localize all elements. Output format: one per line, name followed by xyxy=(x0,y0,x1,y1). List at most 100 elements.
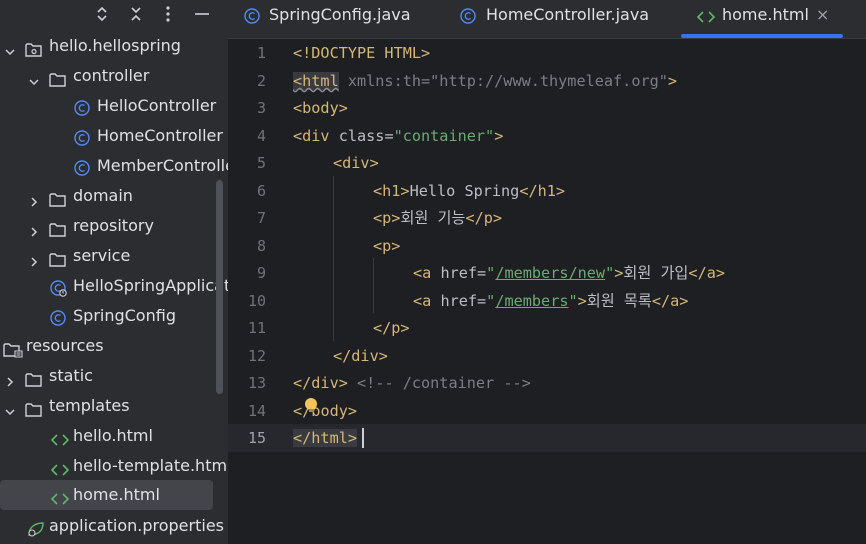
expand-icon[interactable] xyxy=(92,4,112,24)
comment-token: <!-- /container --> xyxy=(347,374,531,392)
chevron-right-icon[interactable] xyxy=(27,219,41,237)
attr-token: href= xyxy=(431,264,487,282)
tree-item-label: hello.hellospring xyxy=(49,36,181,55)
chevron-right-icon[interactable] xyxy=(27,189,41,207)
code-line-6[interactable]: <h1>Hello Spring</h1> xyxy=(373,178,565,205)
code-line-5[interactable]: <div> xyxy=(333,150,379,177)
code-line-12[interactable]: </div> xyxy=(333,343,388,370)
html-icon xyxy=(50,458,70,476)
tree-item-hellospringapplication[interactable]: HelloSpringApplication xyxy=(0,271,228,301)
collapse-icon[interactable] xyxy=(126,4,146,24)
tree-item-label: application.properties xyxy=(49,516,224,535)
tree-item-service[interactable]: service xyxy=(0,241,228,271)
code-line-2[interactable]: <html xmlns:th="http://www.thymeleaf.org… xyxy=(293,68,677,95)
close-icon[interactable]: × xyxy=(816,0,829,30)
tree-item-static[interactable]: static xyxy=(0,361,228,391)
chevron-right-icon[interactable] xyxy=(27,249,41,267)
code-line-14[interactable]: </body> xyxy=(293,398,357,425)
tree-item-label: controller xyxy=(73,66,150,85)
tree-item-label: service xyxy=(73,246,131,265)
chevron-right-icon[interactable] xyxy=(3,369,17,387)
tree-item-domain[interactable]: domain xyxy=(0,181,228,211)
text-caret xyxy=(362,428,364,448)
tree-item-hellospring[interactable]: hello.hellospring xyxy=(0,31,228,61)
attr-token: xmlns:th= xyxy=(338,72,431,90)
class-icon xyxy=(244,6,262,24)
folder-icon xyxy=(25,398,43,417)
tag-token: <a xyxy=(413,264,432,282)
tree-item-repository[interactable]: repository xyxy=(0,211,228,241)
text-token: 회원 기능 xyxy=(400,209,466,227)
code-line-7[interactable]: <p>회원 기능</p> xyxy=(373,205,502,232)
tag-token: </html> xyxy=(293,429,358,447)
tag-token: > xyxy=(614,264,624,282)
tree-item-hello-template-html[interactable]: hello-template.html xyxy=(0,451,228,481)
tag-token: </a> xyxy=(688,264,725,282)
tag-token: </div> xyxy=(333,347,388,365)
tree-item-label: HomeController xyxy=(97,126,223,145)
tag-token: <div xyxy=(293,127,330,145)
chevron-down-icon[interactable] xyxy=(3,39,17,56)
code-line-1[interactable]: <!DOCTYPE HTML> xyxy=(293,40,430,67)
folder-icon xyxy=(49,188,67,207)
tree-item-label: resources xyxy=(26,336,104,355)
tag-token: body> xyxy=(311,402,358,420)
tree-item-label: static xyxy=(49,366,93,385)
line-number-current: 15 xyxy=(247,429,266,447)
tree-item-templates[interactable]: templates xyxy=(0,391,228,421)
code-line-4[interactable]: <div class="container"> xyxy=(293,123,503,150)
project-tree: hello.hellospring controller HelloContro… xyxy=(0,0,228,544)
code-line-15[interactable]: </html> xyxy=(293,425,358,452)
more-icon[interactable] xyxy=(158,4,178,24)
code-line-3[interactable]: <body> xyxy=(293,95,348,122)
tree-item-home-html[interactable]: home.html xyxy=(0,480,213,510)
code-line-10[interactable]: <a href="/members">회원 목록</a> xyxy=(413,288,688,315)
line-number: 12 xyxy=(247,347,266,365)
line-number: 9 xyxy=(256,264,266,282)
tag-token: </div> xyxy=(293,374,348,392)
tree-item-label: SpringConfig xyxy=(73,306,176,325)
tree-item-hellocontroller[interactable]: HelloController xyxy=(0,91,228,121)
line-number: 14 xyxy=(247,402,266,420)
text-token: 회원 목록 xyxy=(586,292,652,310)
code-line-11[interactable]: </p> xyxy=(373,315,410,342)
class-icon xyxy=(74,158,92,176)
tree-item-controller[interactable]: controller xyxy=(0,61,228,91)
code-line-8[interactable]: <p> xyxy=(373,233,400,260)
folder-icon xyxy=(49,68,67,87)
tab-label: home.html xyxy=(722,5,809,24)
tag-token: <h1> xyxy=(373,182,410,200)
minimize-icon[interactable] xyxy=(192,4,212,24)
tree-item-membercontroller[interactable]: MemberController xyxy=(0,151,228,181)
tree-item-resources[interactable]: resources xyxy=(0,331,228,361)
class-icon xyxy=(50,308,68,326)
text-token: 회원 가입 xyxy=(623,264,689,282)
editor-tabs: SpringConfig.java HomeController.java ho… xyxy=(228,0,866,39)
tree-item-label: hello.html xyxy=(73,426,153,445)
package-icon xyxy=(25,38,43,57)
editor-area: SpringConfig.java HomeController.java ho… xyxy=(228,0,866,544)
folder-icon xyxy=(49,248,67,267)
class-icon xyxy=(460,6,478,24)
tag-token: <p> xyxy=(373,237,401,255)
string-token: " xyxy=(486,264,496,282)
tree-item-label: repository xyxy=(73,216,154,235)
code-line-9[interactable]: <a href="/members/new">회원 가입</a> xyxy=(413,260,725,287)
chevron-down-icon[interactable] xyxy=(27,69,41,86)
line-number: 4 xyxy=(256,127,266,145)
tree-scrollbar[interactable] xyxy=(216,180,223,394)
url-token[interactable]: /members/new xyxy=(495,264,605,282)
tree-item-springconfig[interactable]: SpringConfig xyxy=(0,301,228,331)
tree-item-label: MemberController xyxy=(97,156,228,175)
string-token: "container" xyxy=(393,127,495,145)
tag-token: <div> xyxy=(333,154,379,172)
html-icon xyxy=(696,6,716,24)
tag-token: </p> xyxy=(465,209,503,227)
tree-item-hello-html[interactable]: hello.html xyxy=(0,421,228,451)
code-line-13[interactable]: </div> <!-- /container --> xyxy=(293,370,531,397)
tree-item-application-properties[interactable]: application.properties xyxy=(0,511,228,541)
tree-item-homecontroller[interactable]: HomeController xyxy=(0,121,228,151)
lightbulb-base xyxy=(309,409,314,412)
chevron-down-icon[interactable] xyxy=(3,399,17,416)
url-token[interactable]: /members xyxy=(495,292,568,310)
